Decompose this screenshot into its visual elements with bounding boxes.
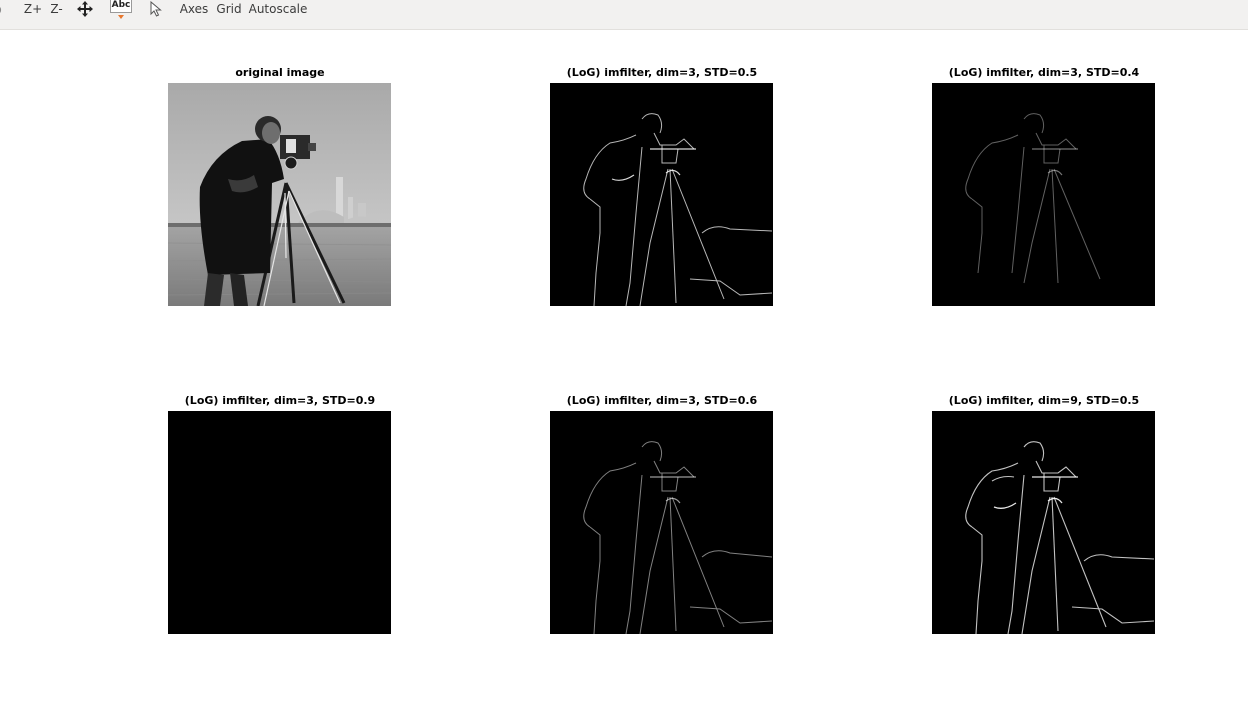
image-axes[interactable] <box>168 83 391 306</box>
edge-map-image <box>583 441 773 634</box>
subplot-title: (LoG) imfilter, dim=3, STD=0.4 <box>948 66 1140 79</box>
blank-output-image <box>168 411 391 634</box>
zoom-out-button[interactable]: Z- <box>49 0 64 18</box>
text-tool-button[interactable]: Abc <box>110 0 132 21</box>
edge-map-image <box>965 441 1155 634</box>
select-button[interactable] <box>148 0 164 18</box>
figure-canvas: original image (LoG) imfilter, dim=3, ST… <box>0 30 1248 712</box>
subplot-title: (LoG) imfilter, dim=9, STD=0.5 <box>948 394 1140 407</box>
image-axes[interactable] <box>932 83 1155 306</box>
grid-label: Grid <box>216 2 242 16</box>
edge-map-image <box>583 113 773 306</box>
autoscale-label: Autoscale <box>248 2 308 16</box>
zoom-out-label: Z- <box>50 2 63 16</box>
axes-label: Axes <box>179 2 209 16</box>
pan-button[interactable] <box>76 0 94 18</box>
toolbar-menu-icon[interactable] <box>0 0 6 18</box>
subplot-title: original image <box>235 66 325 79</box>
edge-map-image <box>965 113 1101 284</box>
image-axes[interactable] <box>550 411 773 634</box>
subplot-title: (LoG) imfilter, dim=3, STD=0.5 <box>566 66 758 79</box>
image-axes[interactable] <box>932 411 1155 634</box>
original-photo-image <box>168 83 391 306</box>
zoom-in-button[interactable]: Z+ <box>24 0 42 18</box>
autoscale-button[interactable]: Autoscale <box>248 0 308 18</box>
image-axes[interactable] <box>168 411 391 634</box>
select-pointer-icon <box>150 1 162 17</box>
pan-arrows-icon <box>77 1 93 17</box>
grid-toggle-button[interactable]: Grid <box>216 0 242 18</box>
plot-toolbar: Z+ Z- Abc Axes Grid Autoscale <box>0 0 1248 30</box>
zoom-in-label: Z+ <box>23 2 43 16</box>
text-tool-label: Abc <box>111 0 131 10</box>
image-axes[interactable] <box>550 83 773 306</box>
subplot-title: (LoG) imfilter, dim=3, STD=0.9 <box>184 394 376 407</box>
subplot-title: (LoG) imfilter, dim=3, STD=0.6 <box>566 394 758 407</box>
axes-toggle-button[interactable]: Axes <box>179 0 209 18</box>
